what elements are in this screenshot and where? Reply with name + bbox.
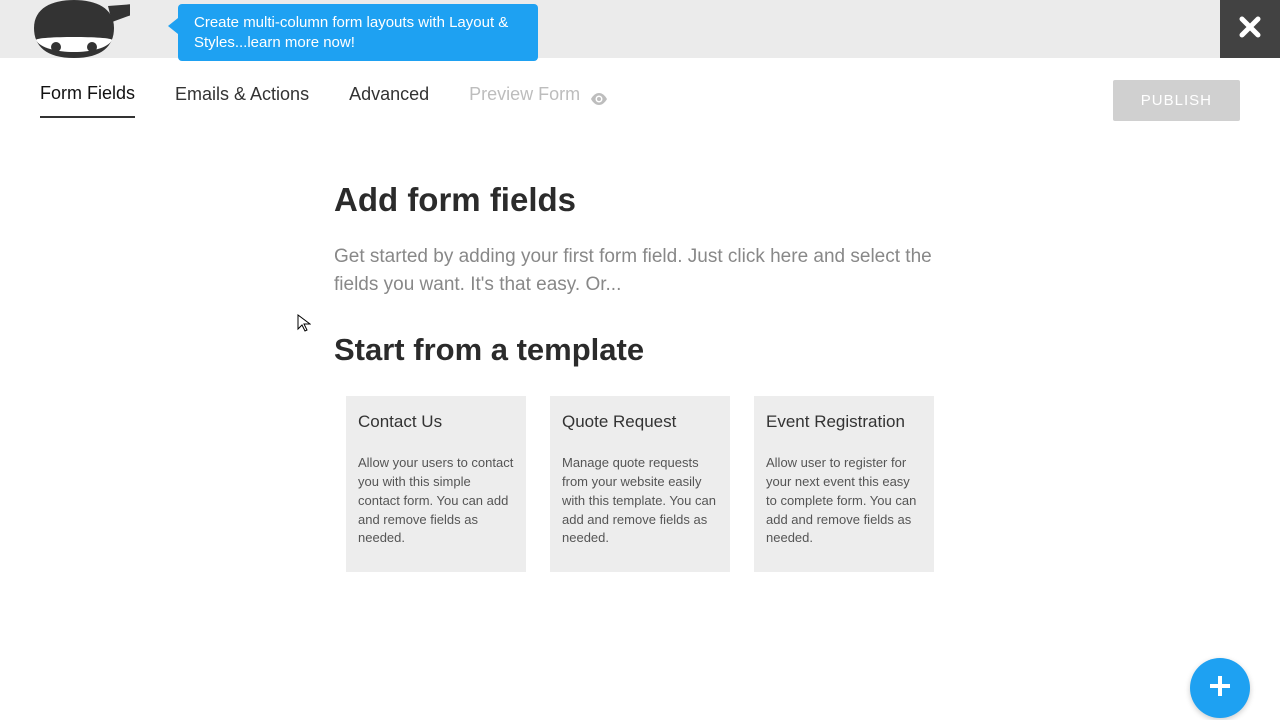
card-desc: Allow your users to contact you with thi… [358, 454, 514, 548]
publish-label: PUBLISH [1141, 92, 1212, 109]
tab-form-fields[interactable]: Form Fields [40, 83, 135, 118]
card-title: Quote Request [562, 412, 718, 432]
tab-label: Form Fields [40, 83, 135, 103]
template-card-quote-request[interactable]: Quote Request Manage quote requests from… [550, 396, 730, 572]
card-desc: Allow user to register for your next eve… [766, 454, 922, 548]
promo-tooltip[interactable]: Create multi-column form layouts with La… [178, 4, 538, 61]
promo-text: Create multi-column form layouts with La… [194, 14, 508, 51]
tab-label: Preview Form [469, 84, 580, 105]
ninja-logo [18, 0, 128, 58]
heading-start-template: Start from a template [334, 332, 946, 368]
tab-label: Emails & Actions [175, 84, 309, 104]
tab-preview-form[interactable]: Preview Form [469, 84, 608, 117]
main-content: Add form fields Get started by adding yo… [0, 121, 1280, 572]
heading-add-form-fields: Add form fields [334, 181, 946, 219]
template-card-event-registration[interactable]: Event Registration Allow user to registe… [754, 396, 934, 572]
tab-bar: Form Fields Emails & Actions Advanced Pr… [0, 58, 1280, 121]
top-bar: Create multi-column form layouts with La… [0, 0, 1280, 58]
tab-advanced[interactable]: Advanced [349, 84, 429, 117]
template-card-contact-us[interactable]: Contact Us Allow your users to contact y… [346, 396, 526, 572]
card-desc: Manage quote requests from your website … [562, 454, 718, 548]
publish-button[interactable]: PUBLISH [1113, 80, 1240, 121]
close-icon [1239, 16, 1261, 43]
tab-emails-actions[interactable]: Emails & Actions [175, 84, 309, 117]
subtext: Get started by adding your first form fi… [334, 243, 946, 298]
card-title: Contact Us [358, 412, 514, 432]
close-button[interactable] [1220, 0, 1280, 58]
add-field-fab[interactable] [1190, 658, 1250, 718]
eye-icon [590, 89, 608, 101]
template-cards: Contact Us Allow your users to contact y… [346, 396, 946, 572]
tab-label: Advanced [349, 84, 429, 104]
card-title: Event Registration [766, 412, 922, 432]
plus-icon [1208, 674, 1232, 703]
